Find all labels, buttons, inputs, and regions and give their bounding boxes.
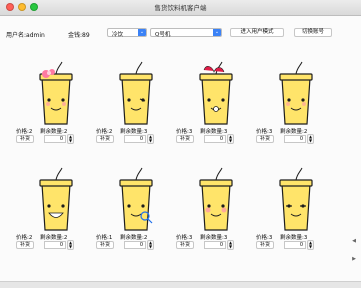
temperature-select-value: 冷饮 <box>112 32 124 38</box>
user-mode-button[interactable]: 进入用户模式 <box>230 28 284 37</box>
stepper-down-icon[interactable]: ▼ <box>149 138 152 143</box>
product-card: 价格:2 剩余数量:3 补货 0 ▲ ▼ <box>96 60 176 150</box>
quantity-field[interactable]: 0 <box>44 241 66 249</box>
product-card: 价格:3 剩余数量:3 补货 0 ▲ ▼ <box>176 60 256 150</box>
stepper-down-icon[interactable]: ▼ <box>149 244 152 249</box>
restock-button[interactable]: 补货 <box>96 241 114 249</box>
restock-button[interactable]: 补货 <box>256 241 274 249</box>
restock-button[interactable]: 补货 <box>176 135 194 143</box>
app-window: 售货饮料机客户端 用户名:admin 金钱:89 冷饮 ⌄ Q号机 ⌄ 进入用户… <box>0 0 361 288</box>
quantity-field[interactable]: 0 <box>204 135 226 143</box>
price-label: 价格:3 <box>176 129 193 135</box>
drink-cup-icon <box>34 60 78 126</box>
price-label: 价格:3 <box>176 235 193 241</box>
stock-label: 剩余数量:3 <box>280 235 308 241</box>
machine-select[interactable]: Q号机 ⌄ <box>150 28 222 38</box>
quantity-field[interactable]: 0 <box>44 135 66 143</box>
product-card: 价格:3 剩余数量:2 补货 0 ▲ ▼ <box>256 60 336 150</box>
drink-cup-icon <box>194 60 238 126</box>
product-card: 价格:2 剩余数量:2 补货 0 ▲ ▼ <box>16 166 96 256</box>
quantity-field[interactable]: 0 <box>124 241 146 249</box>
drink-cup-icon <box>34 166 78 232</box>
temperature-select[interactable]: 冷饮 ⌄ <box>107 28 147 38</box>
stock-label: 剩余数量:3 <box>120 129 148 135</box>
scroll-up-arrow[interactable]: ◀ <box>351 238 357 244</box>
product-card: 价格:3 剩余数量:3 补货 0 ▲ ▼ <box>256 166 336 256</box>
top-toolbar: 用户名:admin 金钱:89 冷饮 ⌄ Q号机 ⌄ 进入用户模式 切换账号 <box>0 16 361 46</box>
quantity-stepper[interactable]: ▲ ▼ <box>67 240 74 250</box>
restock-button[interactable]: 补货 <box>16 135 34 143</box>
restock-button[interactable]: 补货 <box>176 241 194 249</box>
stock-label: 剩余数量:2 <box>40 129 68 135</box>
bottom-bar <box>0 281 361 288</box>
username-label: 用户名:admin <box>6 32 45 39</box>
quantity-stepper[interactable]: ▲ ▼ <box>147 134 154 144</box>
stepper-down-icon[interactable]: ▼ <box>69 244 72 249</box>
restock-button[interactable]: 补货 <box>256 135 274 143</box>
quantity-field[interactable]: 0 <box>124 135 146 143</box>
price-label: 价格:2 <box>16 235 33 241</box>
stepper-down-icon[interactable]: ▼ <box>69 138 72 143</box>
price-label: 价格:3 <box>256 129 273 135</box>
product-card: 价格:2 剩余数量:2 补货 0 ▲ ▼ <box>16 60 96 150</box>
quantity-stepper[interactable]: ▲ ▼ <box>227 240 234 250</box>
stepper-down-icon[interactable]: ▼ <box>309 244 312 249</box>
title-bar: 售货饮料机客户端 <box>0 0 361 16</box>
drink-cup-icon <box>194 166 238 232</box>
stock-label: 剩余数量:2 <box>40 235 68 241</box>
chevron-down-icon: ⌄ <box>138 29 146 36</box>
drink-cup-icon <box>114 60 158 126</box>
switch-account-button[interactable]: 切换账号 <box>294 28 332 37</box>
price-label: 价格:3 <box>256 235 273 241</box>
stock-label: 剩余数量:3 <box>200 129 228 135</box>
product-card: 价格:3 剩余数量:3 补货 0 ▲ ▼ <box>176 166 256 256</box>
quantity-field[interactable]: 0 <box>204 241 226 249</box>
drink-cup-icon <box>114 166 158 232</box>
stepper-down-icon[interactable]: ▼ <box>229 244 232 249</box>
quantity-stepper[interactable]: ▲ ▼ <box>307 240 314 250</box>
quantity-field[interactable]: 0 <box>284 241 306 249</box>
balance-label: 金钱:89 <box>68 32 90 39</box>
quantity-stepper[interactable]: ▲ ▼ <box>227 134 234 144</box>
window-title: 售货饮料机客户端 <box>154 4 207 12</box>
machine-select-value: Q号机 <box>155 32 171 38</box>
quantity-stepper[interactable]: ▲ ▼ <box>147 240 154 250</box>
stock-label: 剩余数量:2 <box>280 129 308 135</box>
restock-button[interactable]: 补货 <box>96 135 114 143</box>
stepper-down-icon[interactable]: ▼ <box>309 138 312 143</box>
product-card: 价格:1 剩余数量:2 补货 0 ▲ ▼ <box>96 166 176 256</box>
quantity-field[interactable]: 0 <box>284 135 306 143</box>
scroll-down-arrow[interactable]: ▶ <box>351 256 357 262</box>
stock-label: 剩余数量:2 <box>120 235 148 241</box>
price-label: 价格:2 <box>16 129 33 135</box>
price-label: 价格:1 <box>96 235 113 241</box>
stock-label: 剩余数量:3 <box>200 235 228 241</box>
quantity-stepper[interactable]: ▲ ▼ <box>67 134 74 144</box>
price-label: 价格:2 <box>96 129 113 135</box>
restock-button[interactable]: 补货 <box>16 241 34 249</box>
drink-cup-icon <box>274 166 318 232</box>
chevron-down-icon: ⌄ <box>213 29 221 36</box>
drink-cup-icon <box>274 60 318 126</box>
stepper-down-icon[interactable]: ▼ <box>229 138 232 143</box>
quantity-stepper[interactable]: ▲ ▼ <box>307 134 314 144</box>
